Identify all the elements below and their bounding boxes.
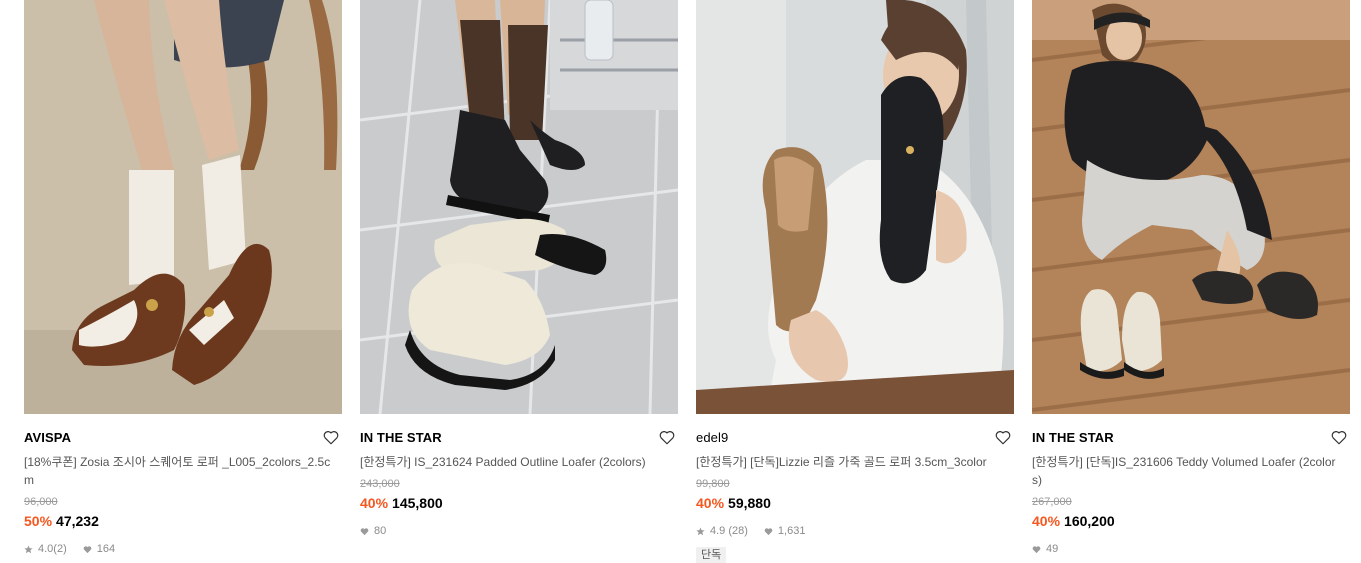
rating: 4.9 (28) — [710, 525, 748, 537]
brand-name[interactable]: IN THE STAR — [1032, 428, 1350, 448]
product-grid: AVISPA [18%쿠폰] Zosia 조시아 스퀘어토 로퍼 _L005_2… — [0, 0, 1361, 563]
likes-count: 1,631 — [777, 525, 806, 537]
product-image[interactable] — [696, 0, 1014, 414]
rating: 4.0(2) — [38, 543, 67, 555]
heart-filled-icon — [1032, 545, 1041, 554]
wishlist-heart-icon[interactable] — [658, 428, 676, 446]
likes-count: 80 — [374, 525, 387, 537]
likes-count: 49 — [1046, 543, 1059, 555]
discount-rate: 40% — [1032, 513, 1061, 529]
product-title[interactable]: [한정특가] IS_231624 Padded Outline Loafer (… — [360, 453, 678, 471]
heart-filled-icon — [360, 527, 369, 536]
price-row: 40% 145,800 — [360, 493, 678, 513]
price-row: 40% 160,200 — [1032, 511, 1350, 531]
likes-count: 164 — [96, 543, 116, 555]
heart-filled-icon — [83, 545, 92, 554]
discount-rate: 50% — [24, 513, 53, 529]
discount-rate: 40% — [360, 495, 389, 511]
original-price: 99,800 — [696, 478, 730, 490]
brand-name[interactable]: AVISPA — [24, 428, 342, 448]
sale-price: 47,232 — [56, 513, 99, 529]
product-card[interactable]: edel9 [한정특가] [단독]Lizzie 리즐 가죽 골드 로퍼 3.5c… — [696, 0, 1014, 563]
product-image[interactable] — [360, 0, 678, 414]
product-meta: 49 — [1032, 542, 1350, 556]
wishlist-heart-icon[interactable] — [322, 428, 340, 446]
product-meta: 4.9 (28) 1,631 — [696, 524, 1014, 538]
brand-name[interactable]: IN THE STAR — [360, 428, 678, 448]
product-card[interactable]: AVISPA [18%쿠폰] Zosia 조시아 스퀘어토 로퍼 _L005_2… — [24, 0, 342, 556]
sale-price: 160,200 — [1064, 513, 1115, 529]
brand-name[interactable]: edel9 — [696, 428, 1014, 448]
star-icon — [696, 526, 705, 536]
product-image[interactable] — [24, 0, 342, 414]
original-price: 267,000 — [1032, 496, 1072, 508]
product-meta: 4.0(2) 164 — [24, 542, 342, 556]
original-price: 96,000 — [24, 496, 58, 508]
star-icon — [24, 544, 33, 554]
sale-price: 59,880 — [728, 495, 771, 511]
product-card[interactable]: IN THE STAR [한정특가] IS_231624 Padded Outl… — [360, 0, 678, 538]
product-title[interactable]: [한정특가] [단독]Lizzie 리즐 가죽 골드 로퍼 3.5cm_3col… — [696, 453, 1014, 471]
wishlist-heart-icon[interactable] — [1330, 428, 1348, 446]
original-price: 243,000 — [360, 478, 400, 490]
product-title[interactable]: [18%쿠폰] Zosia 조시아 스퀘어토 로퍼 _L005_2colors_… — [24, 453, 342, 489]
heart-filled-icon — [764, 527, 773, 536]
price-row: 50% 47,232 — [24, 511, 342, 531]
exclusive-badge: 단독 — [696, 547, 727, 563]
sale-price: 145,800 — [392, 495, 443, 511]
product-card[interactable]: IN THE STAR [한정특가] [단독]IS_231606 Teddy V… — [1032, 0, 1350, 556]
wishlist-heart-icon[interactable] — [994, 428, 1012, 446]
price-row: 40% 59,880 — [696, 493, 1014, 513]
discount-rate: 40% — [696, 495, 725, 511]
product-title[interactable]: [한정특가] [단독]IS_231606 Teddy Volumed Loafe… — [1032, 453, 1350, 489]
product-image[interactable] — [1032, 0, 1350, 414]
product-meta: 80 — [360, 524, 678, 538]
